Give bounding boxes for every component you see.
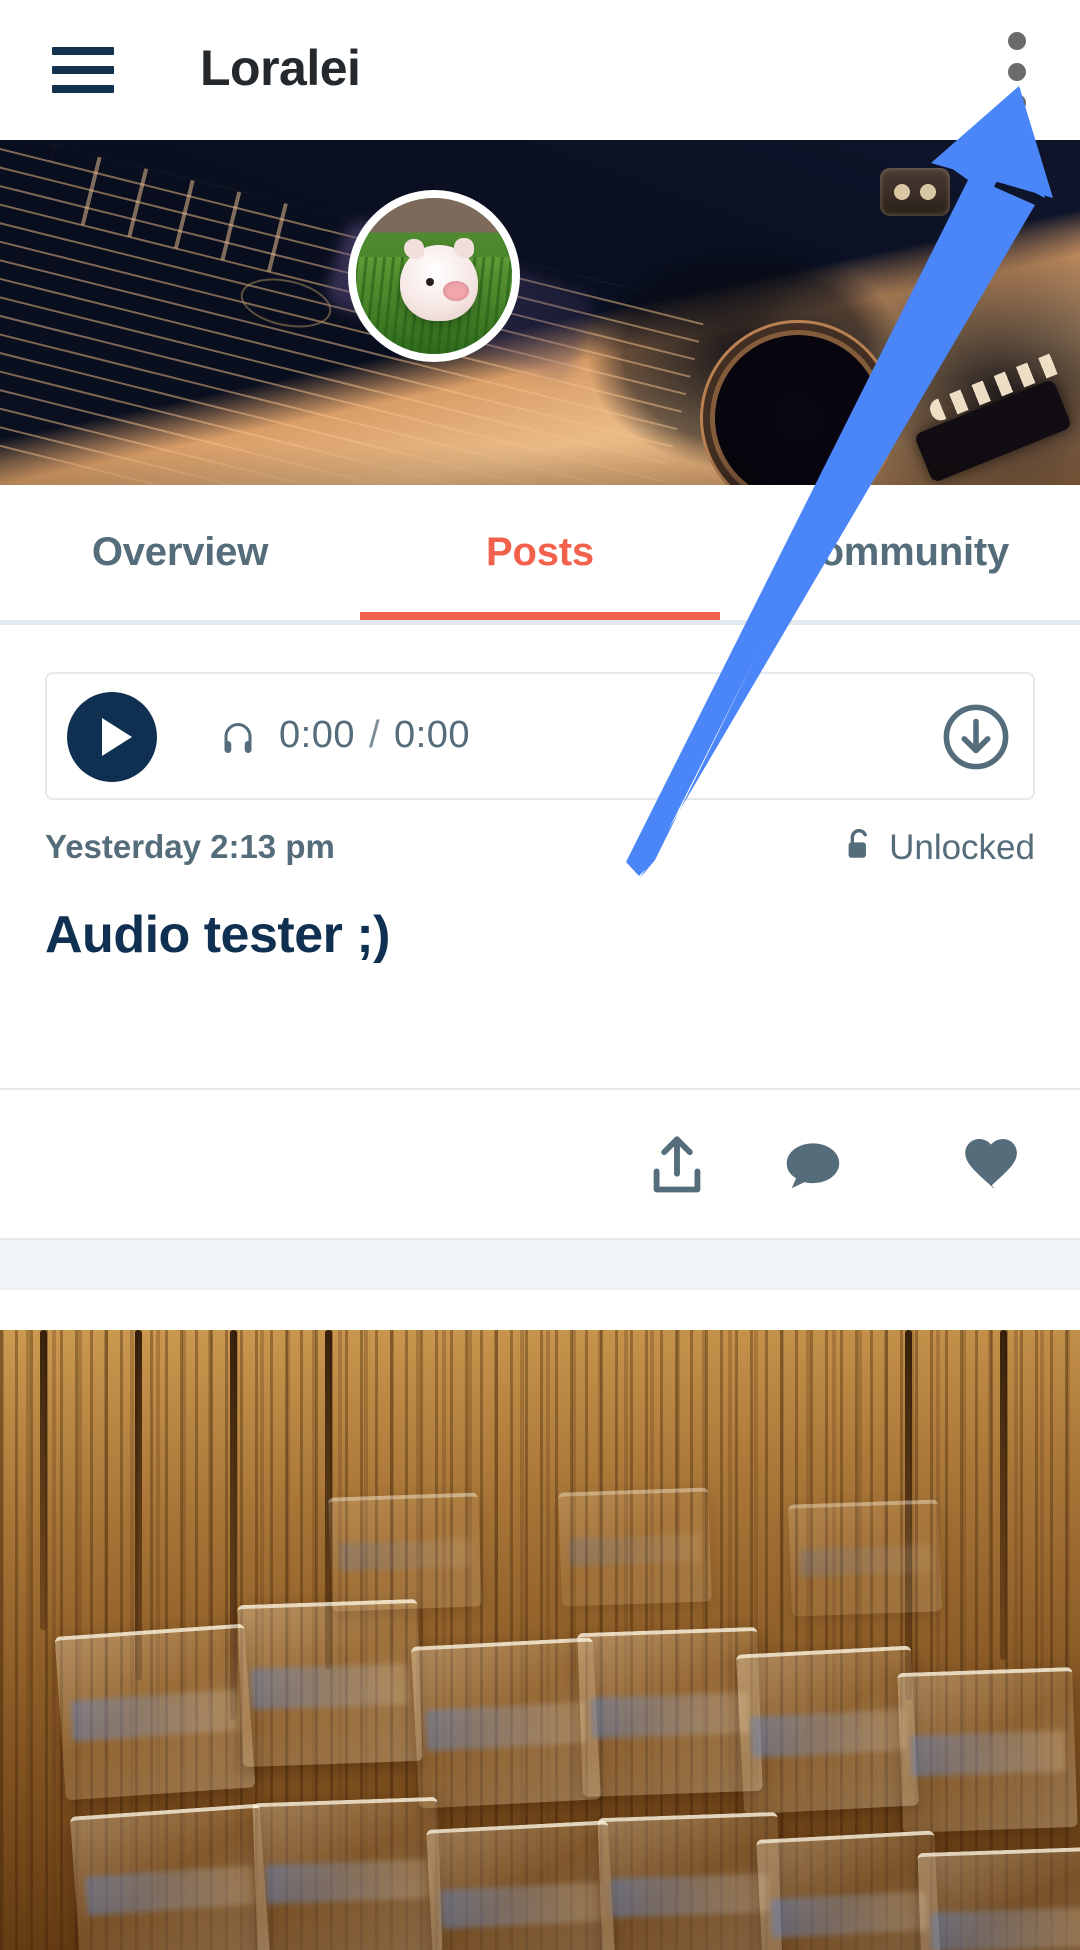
avatar[interactable] bbox=[348, 190, 520, 362]
play-icon[interactable] bbox=[67, 692, 157, 782]
reflector-panel bbox=[756, 1830, 942, 1950]
post-timestamp: Yesterday 2:13 pm bbox=[45, 828, 335, 865]
reflector-panel bbox=[577, 1626, 763, 1798]
hamburger-bar bbox=[52, 85, 114, 93]
reflector-panel bbox=[788, 1499, 942, 1617]
post-meta: Yesterday 2:13 pm Unlocked bbox=[0, 828, 1080, 890]
app-screen: Loralei Overview Posts Community 0:00 / … bbox=[0, 0, 1080, 1950]
suspension-rod bbox=[40, 1330, 47, 1630]
section-separator bbox=[0, 1238, 1080, 1290]
profile-cover-image bbox=[0, 140, 1080, 485]
audio-time-separator: / bbox=[368, 714, 381, 756]
heart-icon[interactable] bbox=[960, 1130, 1030, 1200]
reflector-panel bbox=[328, 1492, 482, 1612]
reflector-panel bbox=[237, 1598, 423, 1768]
reflector-panel bbox=[558, 1487, 712, 1607]
cover-fade bbox=[0, 445, 1080, 485]
reflector-panel bbox=[917, 1846, 1080, 1950]
tab-community[interactable]: Community bbox=[720, 485, 1080, 620]
reflector-panel bbox=[252, 1796, 443, 1950]
suspension-rod bbox=[1000, 1330, 1007, 1660]
comment-bubble-icon[interactable] bbox=[778, 1130, 848, 1200]
kebab-dot bbox=[1008, 32, 1026, 50]
reflector-panel bbox=[410, 1637, 602, 1809]
reflector-panel bbox=[897, 1666, 1078, 1834]
kebab-dot bbox=[1008, 94, 1026, 112]
avatar-artwork bbox=[356, 198, 512, 354]
avatar-piglet-eye bbox=[426, 278, 435, 287]
active-tab-indicator bbox=[360, 612, 720, 620]
share-upload-icon[interactable] bbox=[642, 1130, 712, 1200]
status-badge: Unlocked bbox=[843, 826, 1035, 869]
app-header: Loralei bbox=[0, 0, 1080, 140]
audio-time-display: 0:00 / 0:00 bbox=[279, 714, 470, 757]
avatar-piglet-decor bbox=[399, 238, 478, 321]
page-title: Loralei bbox=[200, 40, 361, 96]
post-title: Audio tester ;) bbox=[45, 906, 390, 964]
reflector-panel bbox=[426, 1820, 616, 1950]
reflector-panel bbox=[69, 1803, 271, 1950]
download-circle-icon[interactable] bbox=[939, 700, 1013, 774]
reflector-panel bbox=[597, 1811, 783, 1950]
reflector-panel bbox=[54, 1623, 256, 1801]
kebab-menu-icon[interactable] bbox=[996, 32, 1038, 114]
avatar-piglet-snout bbox=[443, 281, 470, 302]
tab-posts[interactable]: Posts bbox=[360, 485, 720, 620]
hamburger-bar bbox=[52, 47, 114, 55]
unlock-icon bbox=[843, 826, 875, 869]
next-post-image[interactable] bbox=[0, 1330, 1080, 1950]
reflector-panel bbox=[735, 1645, 920, 1815]
tab-overview[interactable]: Overview bbox=[0, 485, 360, 620]
case-clasp-decor bbox=[880, 168, 950, 216]
audio-total-time: 0:00 bbox=[394, 714, 470, 756]
hamburger-bar bbox=[52, 66, 114, 74]
audio-player: 0:00 / 0:00 bbox=[45, 672, 1035, 800]
headphones-icon bbox=[219, 720, 257, 756]
post-actions bbox=[0, 1090, 1080, 1238]
kebab-dot bbox=[1008, 63, 1026, 81]
audio-current-time: 0:00 bbox=[279, 714, 355, 756]
hamburger-menu-icon[interactable] bbox=[52, 47, 114, 93]
profile-tabs: Overview Posts Community bbox=[0, 485, 1080, 625]
lock-status-label: Unlocked bbox=[889, 827, 1035, 867]
suspension-rod bbox=[135, 1330, 142, 1680]
